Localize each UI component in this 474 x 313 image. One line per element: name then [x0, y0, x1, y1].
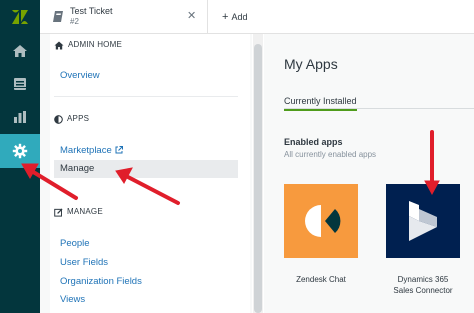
app-name-zendesk-chat: Zendesk Chat — [296, 275, 346, 284]
plus-icon: + — [222, 11, 229, 23]
home-icon — [13, 45, 27, 57]
sidebar-item-manage[interactable]: Manage — [54, 160, 238, 178]
views-icon — [14, 78, 26, 90]
enabled-apps-subtitle: All currently enabled apps — [284, 150, 377, 159]
reporting-nav-button[interactable] — [0, 100, 40, 134]
admin-sidebar: ADMIN HOME Overview APPS Marketplace Man… — [40, 34, 252, 313]
close-icon[interactable]: ✕ — [187, 10, 196, 22]
gear-icon — [12, 143, 28, 159]
app-name-dynamics-line1: Dynamics 365 — [397, 275, 449, 284]
enabled-apps-title: Enabled apps — [284, 137, 343, 147]
zendesk-logo[interactable] — [0, 0, 40, 34]
my-apps-page: My Apps Currently Installed Enabled apps… — [264, 34, 474, 313]
ticket-tab[interactable]: Test Ticket #2 ✕ — [40, 0, 208, 34]
dynamics-365-icon — [409, 201, 437, 241]
ticket-tab-title: Test Ticket — [70, 6, 113, 16]
sidebar-item-organization-fields[interactable]: Organization Fields — [60, 276, 142, 288]
home-icon — [54, 41, 64, 49]
app-name-dynamics-365: Dynamics 365 Sales Connector — [386, 274, 460, 296]
zendesk-chat-icon — [305, 205, 341, 237]
zendesk-chat-logo — [284, 184, 358, 258]
sidebar-item-people[interactable]: People — [60, 238, 90, 250]
views-nav-button[interactable] — [0, 67, 40, 101]
tab-currently-installed[interactable]: Currently Installed — [284, 96, 357, 111]
apps-icon — [54, 114, 63, 124]
zendesk-logo-icon — [12, 10, 28, 24]
apps-heading[interactable]: APPS — [54, 114, 89, 124]
manage-heading[interactable]: MANAGE — [54, 207, 103, 217]
manage-heading-label: MANAGE — [67, 207, 103, 216]
home-nav-button[interactable] — [0, 34, 40, 68]
top-bar: Test Ticket #2 ✕ + Add — [40, 0, 474, 34]
app-card-dynamics-365[interactable]: Dynamics 365 Sales Connector — [386, 184, 460, 296]
ticket-tab-number: #2 — [70, 17, 79, 26]
admin-home-heading[interactable]: ADMIN HOME — [54, 40, 122, 50]
sidebar-item-marketplace[interactable]: Marketplace — [60, 145, 123, 158]
add-button[interactable]: + Add — [222, 11, 247, 23]
dynamics-365-logo — [386, 184, 460, 258]
apps-heading-label: APPS — [67, 114, 90, 123]
page-title: My Apps — [284, 56, 338, 72]
app-card-zendesk-chat[interactable]: Zendesk Chat — [284, 184, 358, 285]
ticket-icon — [52, 10, 64, 28]
sidebar-divider — [54, 96, 238, 97]
sidebar-item-views[interactable]: Views — [60, 294, 85, 306]
sidebar-item-overview[interactable]: Overview — [60, 70, 100, 82]
reporting-icon — [14, 111, 26, 123]
sidebar-item-user-fields[interactable]: User Fields — [60, 257, 108, 269]
app-name-dynamics-line2: Sales Connector — [393, 286, 453, 295]
admin-nav-button[interactable] — [0, 134, 40, 168]
marketplace-label: Marketplace — [60, 145, 112, 156]
external-link-icon — [115, 146, 123, 158]
left-nav-rail — [0, 0, 40, 313]
admin-home-heading-label: ADMIN HOME — [68, 40, 122, 49]
sidebar-scrollbar-thumb[interactable] — [254, 44, 262, 313]
add-button-label: Add — [231, 12, 248, 22]
edit-icon — [54, 207, 63, 217]
